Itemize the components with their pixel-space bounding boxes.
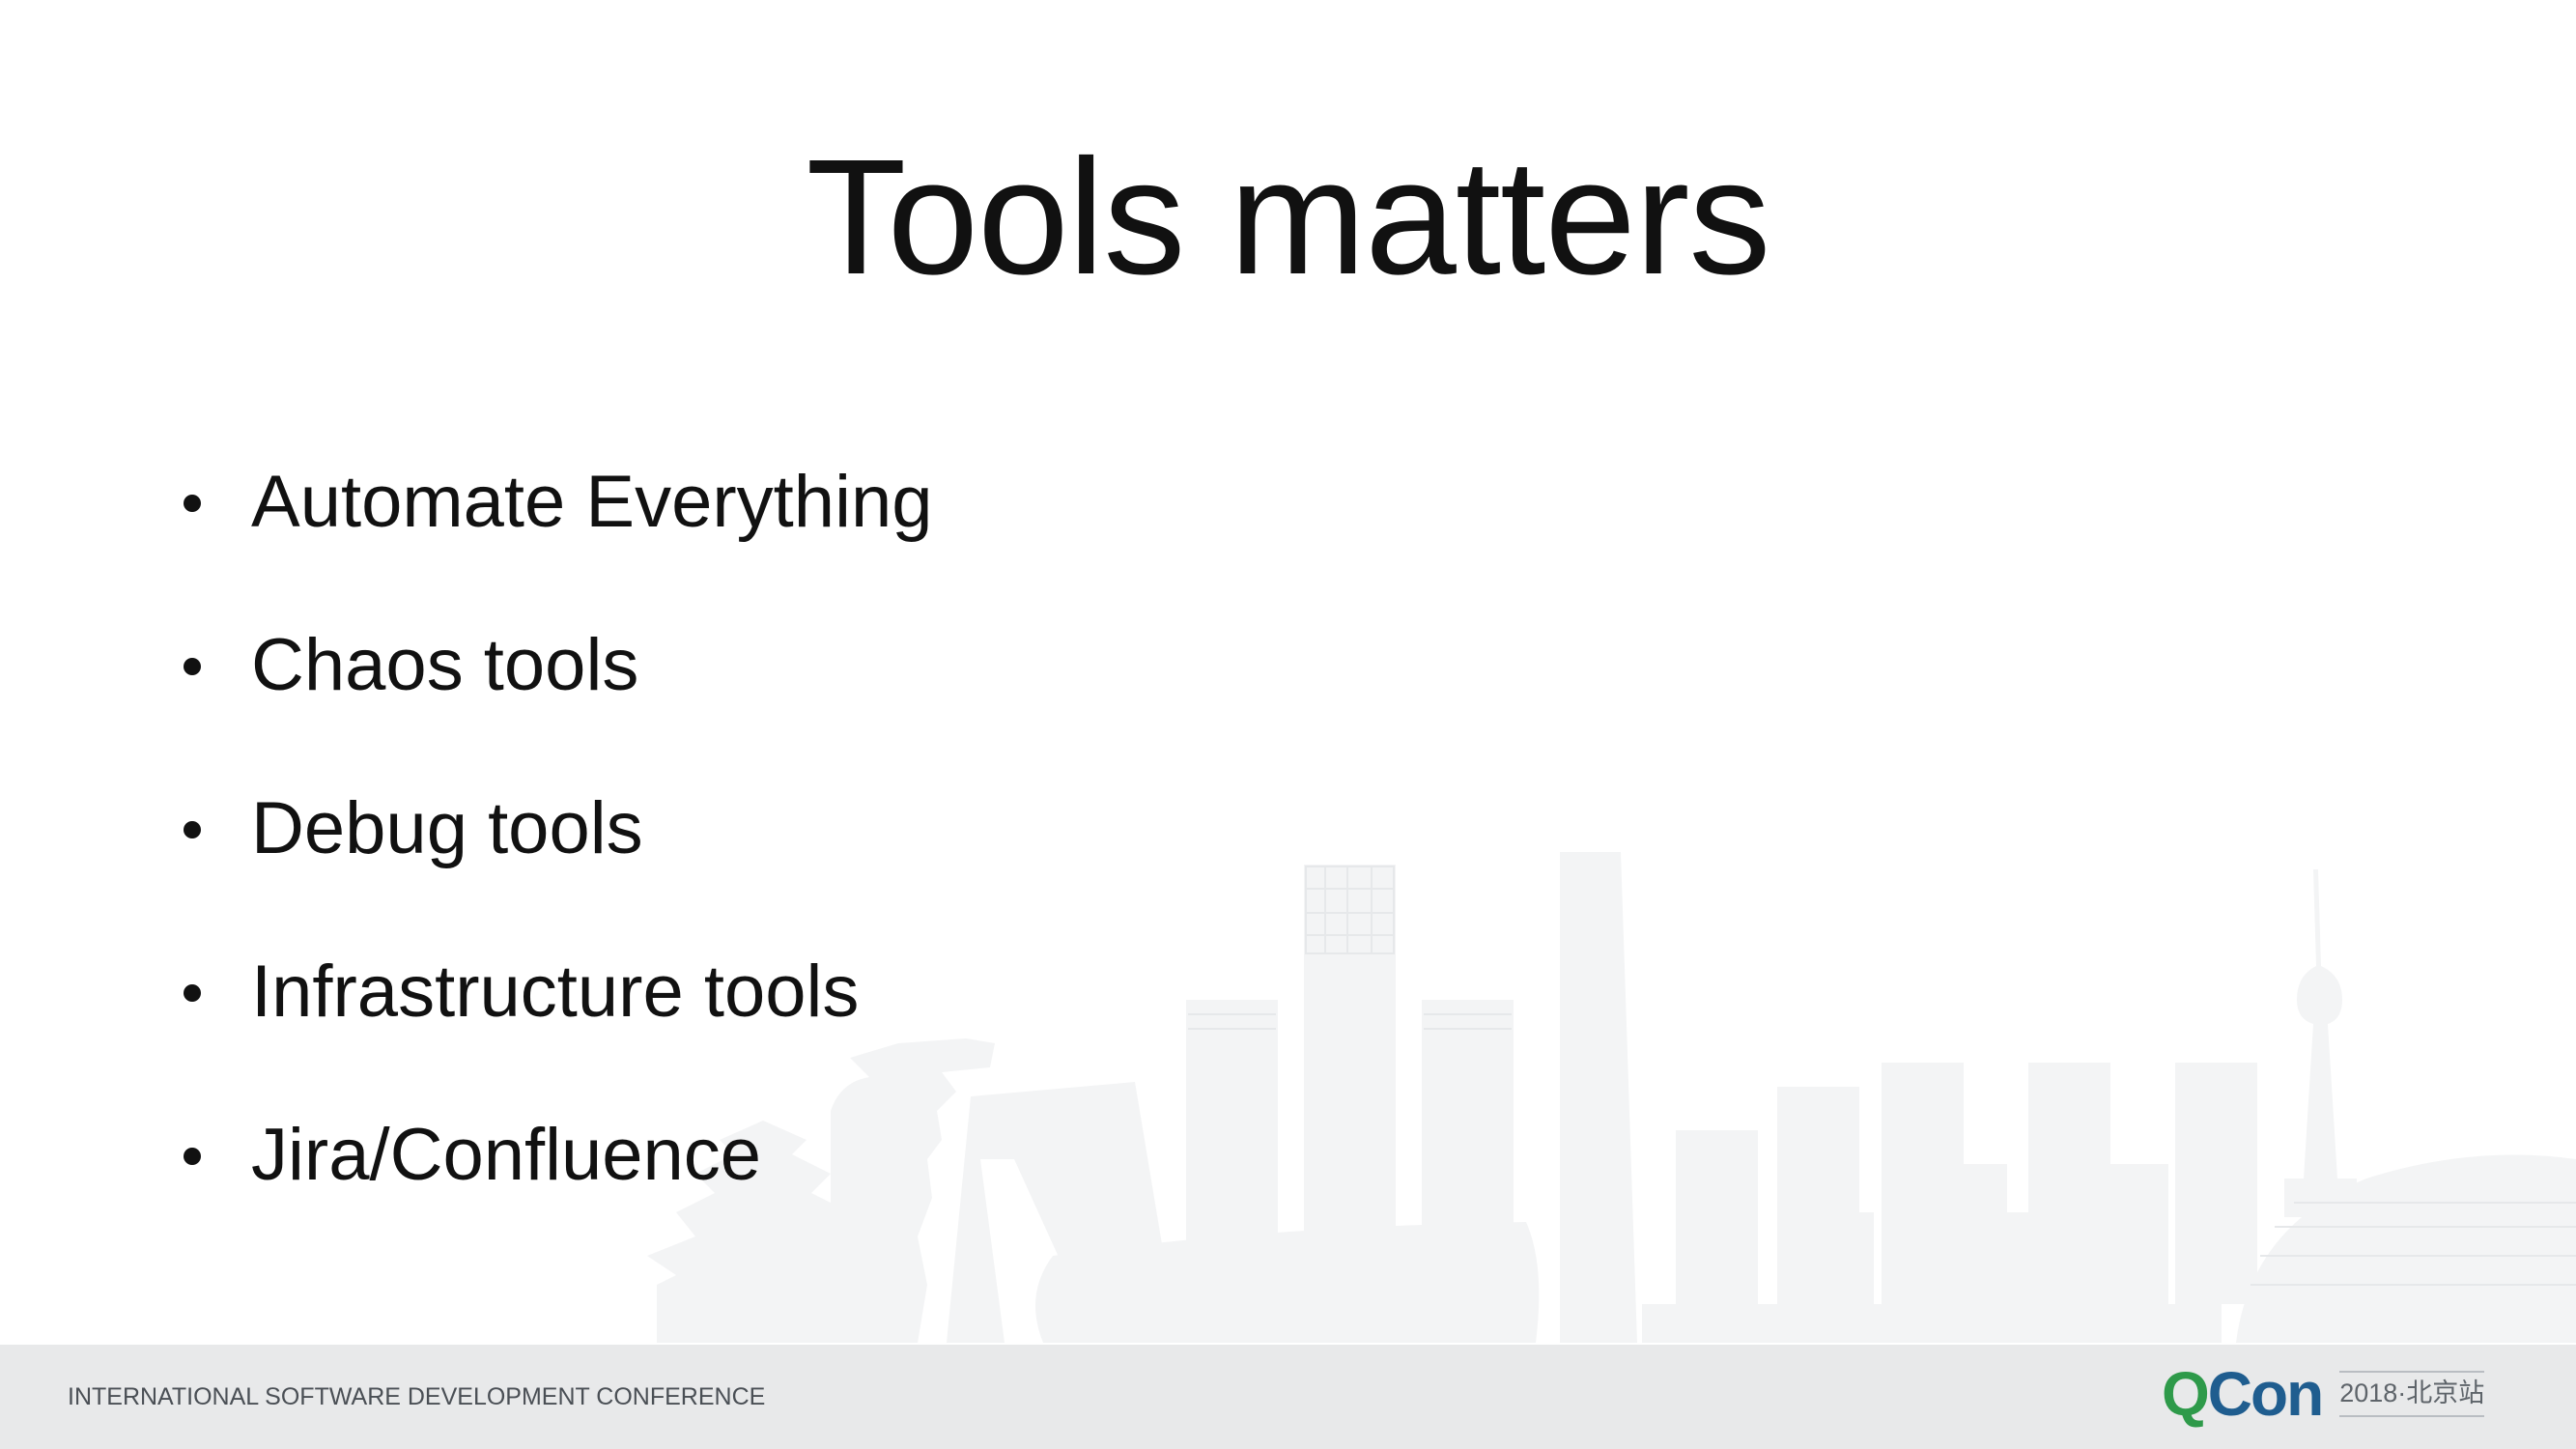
bullet-text: Chaos tools (251, 624, 639, 706)
building-i (1787, 1212, 1874, 1304)
tall-tower-shape (1560, 852, 1637, 1343)
building-b (1304, 865, 1396, 1261)
conference-name: INTERNATIONAL SOFTWARE DEVELOPMENT CONFE… (68, 1383, 766, 1410)
building-l (2081, 1164, 2168, 1304)
building-k (1966, 1212, 2057, 1304)
logo-con-letters: Con (2207, 1359, 2324, 1429)
bullet-text: Jira/Confluence (251, 1114, 762, 1196)
bullet-item: Jira/Confluence (184, 1107, 933, 1270)
building-h (2175, 1063, 2257, 1304)
bullet-item: Automate Everything (184, 454, 933, 617)
tv-tower-shape (2284, 869, 2357, 1217)
building-c (1422, 1000, 1514, 1256)
slide: Tools matters Automate Everything Chaos … (0, 0, 2576, 1449)
bullet-dot-icon (184, 1148, 201, 1165)
bullet-dot-icon (184, 984, 201, 1002)
bullet-item: Chaos tools (184, 617, 933, 781)
logo-edition: 2018·北京站 (2339, 1371, 2485, 1417)
bullet-dot-icon (184, 495, 201, 512)
bullet-text: Debug tools (251, 787, 643, 869)
bullet-dot-icon (184, 658, 201, 675)
bullet-item: Debug tools (184, 781, 933, 944)
qcon-logo: Q Con 2018·北京站 (2162, 1359, 2485, 1429)
bullet-list: Automate Everything Chaos tools Debug to… (184, 454, 933, 1270)
base-strip (1642, 1304, 2222, 1343)
bullet-item: Infrastructure tools (184, 944, 933, 1107)
building-d (1676, 1130, 1758, 1304)
bullet-text: Automate Everything (251, 461, 933, 543)
bullet-text: Infrastructure tools (251, 951, 860, 1033)
bullet-dot-icon (184, 821, 201, 838)
building-a (1186, 1000, 1278, 1294)
logo-q-letter: Q (2162, 1359, 2210, 1429)
slide-title: Tools matters (806, 126, 1771, 309)
